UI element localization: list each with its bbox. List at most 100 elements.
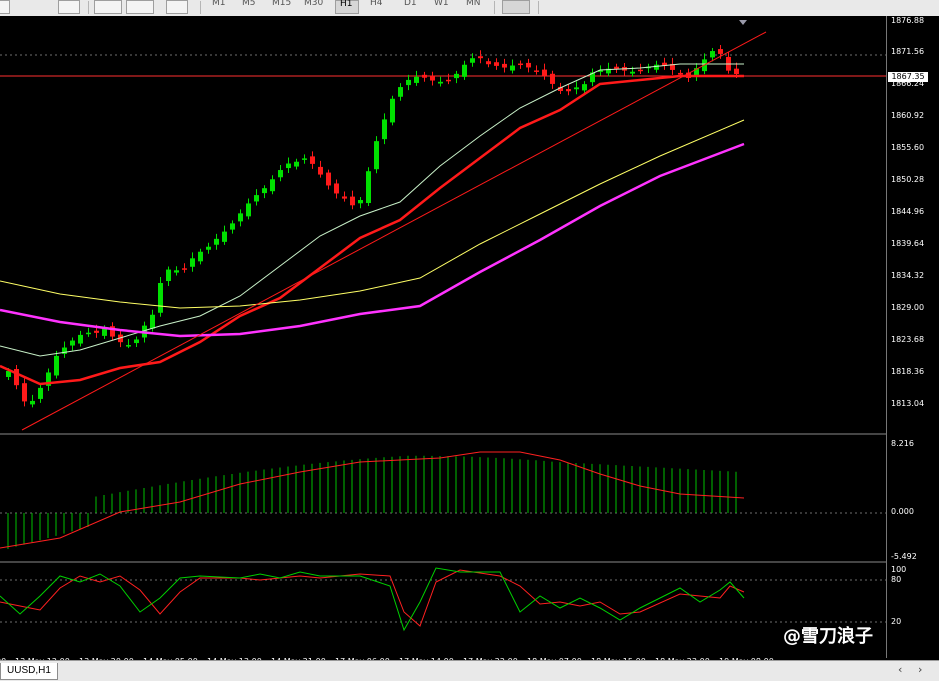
trendline — [21, 31, 767, 431]
price-label: 1855.60 — [891, 143, 925, 152]
macd-label: 8.216 — [891, 439, 914, 448]
settings-icon[interactable] — [894, 0, 910, 14]
candle-body — [630, 71, 635, 74]
candle-body — [166, 269, 171, 282]
candle-body — [134, 339, 139, 344]
scroll-left-icon[interactable]: ‹ — [898, 663, 902, 676]
candle-body — [382, 119, 387, 140]
candle-body — [350, 196, 355, 206]
timeframe-m1[interactable]: M1 — [212, 0, 226, 8]
fibonacci-icon[interactable] — [672, 0, 690, 14]
zoom-icon[interactable] — [30, 0, 46, 14]
price-label: 1876.88 — [891, 16, 925, 25]
chart-template-icon[interactable] — [58, 0, 80, 14]
candle-body — [30, 400, 35, 405]
chart-area[interactable]: 00 13 May 12:00 13 May 20:00 14 May 05:0… — [0, 16, 886, 666]
candle-body — [150, 314, 155, 329]
candle-body — [438, 81, 443, 84]
candle-body — [710, 51, 715, 58]
candle-body — [678, 72, 683, 75]
indicators-icon[interactable] — [166, 0, 188, 14]
candle-body — [54, 355, 59, 376]
price-label: 1823.68 — [891, 335, 925, 344]
candle-body — [358, 200, 363, 204]
candle-body — [718, 49, 723, 54]
timeframe-h1-button[interactable]: H1 — [335, 0, 359, 14]
candle-body — [462, 64, 467, 77]
candle-body — [734, 68, 739, 74]
toolbar: M1 M5 M15 M30 H1 H4 D1 W1 MN — [0, 0, 939, 17]
symbol-tab[interactable]: UUSD,H1 — [0, 663, 58, 680]
candle-body — [486, 61, 491, 65]
candle-body — [470, 58, 475, 63]
crosshair-icon[interactable] — [502, 0, 530, 14]
cursor-tool-icon[interactable] — [0, 0, 10, 14]
candle-body — [38, 387, 43, 399]
price-axis[interactable]: 1876.88 1871.56 1866.24 1860.92 1855.60 … — [886, 16, 939, 658]
candle-body — [406, 79, 411, 86]
macd-label: -5.492 — [891, 552, 917, 561]
candle-body — [446, 79, 451, 82]
candle-body — [582, 84, 587, 91]
candle-body — [158, 283, 163, 313]
candle-body — [374, 141, 379, 170]
candle-body — [550, 73, 555, 84]
ma-yellow-line — [0, 119, 745, 309]
price-label: 1871.56 — [891, 47, 925, 56]
candle-body — [238, 213, 243, 222]
timeframe-m15[interactable]: M15 — [272, 0, 291, 8]
price-label: 1839.64 — [891, 239, 925, 248]
candle-body — [494, 62, 499, 66]
scroll-right-icon[interactable]: › — [918, 663, 922, 676]
candle-body — [422, 74, 427, 78]
candle-body — [206, 246, 211, 250]
ma-magenta-line — [0, 142, 745, 338]
candle-body — [262, 188, 267, 194]
candle-body — [70, 340, 75, 346]
vertical-line-icon[interactable] — [578, 0, 590, 14]
price-label: 1818.36 — [891, 367, 925, 376]
level-icon[interactable] — [852, 0, 872, 14]
candle-body — [94, 330, 99, 333]
candle-body — [78, 334, 83, 344]
fibonacci-fan-icon[interactable] — [704, 0, 722, 14]
arrow-tool-icon[interactable] — [790, 0, 804, 14]
timeframe-h1: H1 — [340, 0, 353, 9]
timeframe-h4[interactable]: H4 — [370, 0, 383, 8]
price-label: 1813.04 — [891, 399, 925, 408]
timeframe-d1[interactable]: D1 — [404, 0, 417, 8]
horizontal-line-icon[interactable] — [606, 0, 620, 14]
candle-body — [270, 179, 275, 192]
stoch-main-line — [0, 567, 745, 632]
bottom-tab-bar: UUSD,H1 ‹ › — [0, 660, 939, 681]
candle-body — [502, 63, 507, 68]
candle-body — [342, 196, 347, 199]
candle-body — [190, 258, 195, 267]
text-tool-icon[interactable] — [736, 0, 758, 14]
alarm-icon[interactable] — [820, 0, 836, 14]
candle-body — [302, 158, 307, 160]
price-chart-svg — [0, 20, 886, 632]
candle-body — [534, 70, 539, 72]
timeframe-m5[interactable]: M5 — [242, 0, 256, 8]
candle-body — [398, 87, 403, 97]
stoch-label: 80 — [891, 575, 902, 584]
candle-body — [326, 172, 331, 186]
timeframe-m30[interactable]: M30 — [304, 0, 323, 8]
trendline-icon[interactable] — [640, 0, 654, 14]
price-label: 1850.28 — [891, 175, 925, 184]
candle-body — [430, 75, 435, 81]
timeframe-w1[interactable]: W1 — [434, 0, 449, 8]
candle-body — [510, 65, 515, 71]
scroll-marker-icon — [739, 20, 747, 25]
timeframe-mn[interactable]: MN — [466, 0, 481, 8]
candle-body — [278, 170, 283, 178]
price-label: 1844.96 — [891, 207, 925, 216]
candle-body — [654, 64, 659, 70]
chart-shift-icon[interactable] — [126, 0, 154, 14]
candle-body — [638, 69, 643, 72]
candle-body — [318, 166, 323, 175]
candle-body — [542, 69, 547, 76]
auto-scroll-icon[interactable] — [94, 0, 122, 14]
price-label: 1834.32 — [891, 271, 925, 280]
